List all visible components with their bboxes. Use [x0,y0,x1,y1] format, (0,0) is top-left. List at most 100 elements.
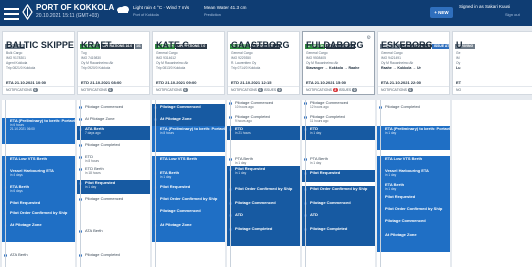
timeline-event[interactable]: ETD Berth in 18 hours [77,166,150,180]
timeline-event[interactable]: ETA (Preliminary) to berth: Portavla in 1… [377,126,450,150]
timeline-event[interactable]: Pilot Order Confirmed by Ship [2,210,75,222]
timeline-event[interactable]: Pilotage Completed [302,226,375,246]
timeline-event[interactable]: ETA (Preliminary) to berth: Portavla in 6… [2,118,75,144]
timeline-event-title: Pilot Requested [10,200,41,205]
timeline-event[interactable]: ETA Low VTS Berth [2,156,75,168]
timeline-event-time: 9 hours ago [235,119,252,123]
timeline-event[interactable]: Pilotage Commenced 12 hours ago [302,100,375,114]
timeline-event[interactable]: At Pilotage Zone [152,222,225,242]
timeline-event[interactable]: ETA Berth in 1 day [152,170,225,184]
timeline-event[interactable]: Pilotage Commenced [77,196,150,210]
timeline-event[interactable]: Vessel Harbouring ETA in 4 days [2,168,75,184]
notifications-count: 0 [32,88,38,92]
timeline-event[interactable]: Pilot Order Confirmed by Ship [377,206,450,218]
vessel-imo: IMO 9178301 [6,56,26,60]
timeline-event[interactable]: Pilotage Commenced 10 hours ago [227,100,300,114]
timeline-event[interactable]: Pilotage Commenced [377,218,450,232]
timeline-event[interactable]: Pilot Requested in 1 day [227,166,300,186]
settings-gear-icon[interactable]: ⚙ [367,35,371,41]
timeline-event[interactable]: At Pilotage Zone [2,222,75,242]
timeline-event[interactable]: Pilot Requested [152,184,225,196]
timeline-event[interactable]: PTA Berth in 1 day [302,156,375,168]
timeline-event[interactable]: Pilotage Completed [77,252,150,264]
vessel-card[interactable]: ARRIVING BALTIC SKIPPER Bulk Cargo IMO 9178… [2,31,75,95]
timeline-event[interactable]: ETD in 21 hours [227,126,300,140]
timeline-column: Pilotage Commenced At Pilotage Zone ETA (P… [152,100,225,267]
timeline-event-time: in 1 day [385,131,397,135]
timeline-event[interactable]: Pilot Order Confirmed by Ship [302,186,375,200]
timeline-event[interactable]: Pilot Requested [377,194,450,206]
timeline-event[interactable]: Pilotage Completed [377,104,450,116]
vessel-name: GAASTBORG [231,40,290,50]
timeline-event[interactable]: ETA Berth in 1 day [377,182,450,194]
vessel-name: KATE C [156,40,189,50]
notifications-label: NOTIFICATIONS [231,88,258,92]
timeline-event[interactable]: ATA Berth 7 days ago [77,126,150,140]
timeline-event[interactable]: ETD in 1 day [302,126,375,140]
timeline-event[interactable]: Pilotage Commenced [302,200,375,212]
timeline-event-title: Pilot Requested [385,194,416,199]
vessel-card[interactable]: AT BERTH DEPARTURE 1/2 FULDABORG General Ca… [302,31,375,95]
vessel-name: FULDABORG [306,40,364,50]
water-level: Mean Water 41.3 cm [204,5,247,10]
timeline-event[interactable]: ETA Low VTS Berth [377,156,450,168]
timeline-event[interactable]: ETA Low VTS Berth [152,156,225,170]
port-name[interactable]: PORT OF KOKKOLA [36,3,114,12]
vessel-cargo: Ge [456,51,461,55]
status-badge: 1/1 [134,44,143,49]
timeline-event[interactable]: Pilotage Commenced [77,104,150,116]
timeline-column: Pilotage Commenced At Pilotage Zone ATA Be… [77,100,150,267]
hamburger-menu-icon[interactable] [3,5,20,20]
vessel-trip: Trip 0813/0 Kokkola [156,66,186,70]
timeline-event[interactable]: ATD [302,212,375,226]
timeline-event[interactable]: Pilotage Completed [227,226,300,246]
timeline-event[interactable]: Pilotage Commenced [152,208,225,222]
vessel-card[interactable]: AT BERTH OPERATIONS 7.0 KATE C General Carg… [152,31,225,95]
timeline-rail [80,100,81,267]
vessel-trip: Lu [456,66,461,70]
vessel-imo: IMO 9421491 [381,56,401,60]
timeline-event[interactable]: Pilotage Commenced [152,104,225,116]
timeline-event[interactable]: ATA Berth [2,252,75,267]
new-button[interactable]: + NEW [430,7,453,18]
notifications-label: NOTIFICATIONS [81,88,108,92]
vessel-card[interactable]: AT BERTH OPERATIONS 16.0 1/1 KRAFT Tug IMO 74… [77,31,150,95]
timeline-event[interactable]: Pilot Requested in 1 day [77,180,150,194]
vessel-agent: Oy M Rauanheimo Ab [381,61,414,65]
vessel-card[interactable]: AT BERTH DEPARTURE 1/2 GAASTBORG General Ca… [227,31,300,95]
timeline-event[interactable]: Pilot Order Confirmed by Ship [227,186,300,200]
timeline-event-title: Pilotage Commenced [85,104,124,109]
timeline-event[interactable]: ATA Berth [77,228,150,240]
vessel-agent: Agent Kokkola [6,61,28,65]
timeline-event[interactable]: Vessel Harbouring ETA in 1 day [377,168,450,182]
timeline-event[interactable]: ETA (Preliminary) to berth: Portavla in 8… [152,126,225,152]
timeline-rail [305,100,306,267]
timeline-event-time: in 18 hours [85,171,101,175]
timeline-event[interactable]: Pilot Order Confirmed by Ship [152,196,225,208]
timeline-event[interactable]: At Pilotage Zone [377,232,450,252]
timeline-event-time: in 1 day [310,161,322,165]
sign-out-link[interactable]: Sign out [505,12,520,17]
notifications-row[interactable]: NOTIFICATIONS 0 ISSUES 0 [231,88,282,92]
notifications-row[interactable]: NOTIFICATIONS 0 [81,88,113,92]
notifications-row[interactable]: NOTIFICATIONS 0 [6,88,38,92]
notifications-row[interactable]: NOTIFICATIONS 0 [156,88,188,92]
notifications-row[interactable]: NO [456,88,461,92]
notifications-row[interactable]: NOTIFICATIONS 2 ISSUES 0 [306,88,357,92]
vessel-card[interactable]: ARRIVING U Ge IM Oy Lu ET NO [452,31,532,95]
timeline-event[interactable]: ETD in 8 hours [77,154,150,166]
timeline-event-title: Pilotage Commenced [235,200,276,205]
timeline-event[interactable]: Pilotage Completed [77,142,150,154]
notifications-row[interactable]: NOTIFICATIONS 0 [381,88,413,92]
vessel-card[interactable]: ARRIVINGOPERATIONS 1.0ISSUE AT ARRIVALES… [377,31,450,95]
timeline-event[interactable]: Pilot Requested [2,200,75,210]
timeline-event-title: Pilot Order Confirmed by Ship [10,210,68,215]
timeline-event-time: in 1 day [310,131,322,135]
timeline-event[interactable]: ATD [227,212,300,226]
timeline-event[interactable]: Pilot Requested [302,170,375,182]
timeline-event-time: 7 days ago [85,131,101,135]
timeline-event[interactable]: Pilotage Commenced [227,200,300,212]
card-divider [303,86,374,87]
timeline-event[interactable]: ETA Berth in 6 days [2,184,75,200]
weather-summary: Light rain 4 °C · Wind 7 m/s [133,5,190,10]
